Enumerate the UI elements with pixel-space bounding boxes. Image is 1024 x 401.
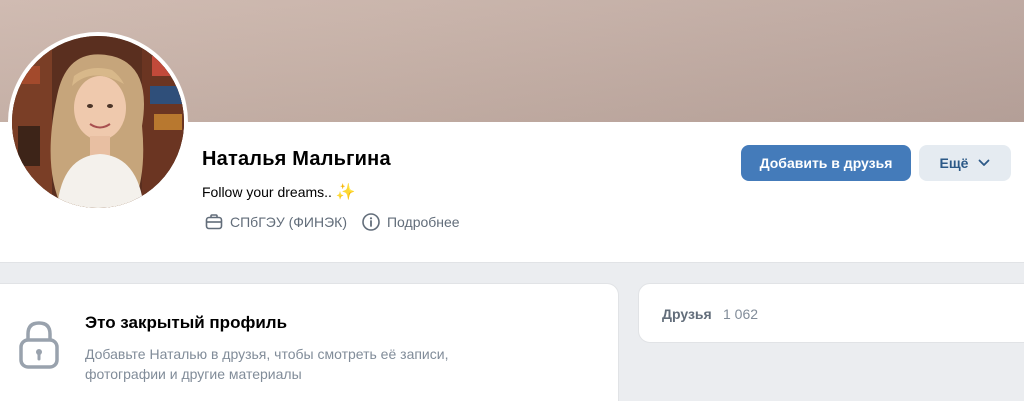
education-item[interactable]: СПбГЭУ (ФИНЭК) — [204, 212, 347, 232]
info-icon — [362, 213, 380, 231]
profile-page: Наталья Мальгина Follow your dreams.. ✨ … — [0, 0, 1024, 401]
more-button[interactable]: Ещё — [919, 145, 1011, 181]
education-text: СПбГЭУ (ФИНЭК) — [230, 214, 347, 230]
details-text: Подробнее — [386, 214, 460, 230]
profile-meta: СПбГЭУ (ФИНЭК) Подробнее — [204, 212, 474, 232]
details-link[interactable]: Подробнее — [361, 212, 460, 232]
friends-label: Друзья — [662, 306, 712, 322]
briefcase-icon — [205, 214, 223, 230]
add-friend-button[interactable]: Добавить в друзья — [741, 145, 911, 181]
friends-count: 1 062 — [723, 306, 759, 322]
private-profile-title: Это закрытый профиль — [85, 313, 288, 332]
profile-status: Follow your dreams.. ✨ — [202, 182, 356, 202]
more-label: Ещё — [939, 155, 969, 171]
status-text: Follow your dreams.. — [202, 184, 332, 200]
friends-card[interactable]: Друзья 1 062 — [638, 283, 1024, 343]
sparkles-emoji: ✨ — [335, 184, 356, 201]
private-desc-line-1: Добавьте Наталью в друзья, чтобы смотрет… — [85, 346, 449, 362]
private-profile-description: Добавьте Наталью в друзья, чтобы смотрет… — [85, 344, 505, 384]
lock-icon — [19, 321, 59, 369]
chevron-down-icon — [979, 159, 990, 166]
private-desc-line-2: фотографии и другие материалы — [85, 366, 302, 382]
profile-name: Наталья Мальгина — [202, 148, 391, 170]
private-profile-card: Это закрытый профиль Добавьте Наталью в … — [0, 283, 619, 401]
avatar[interactable] — [8, 32, 188, 212]
avatar-photo — [12, 36, 184, 208]
